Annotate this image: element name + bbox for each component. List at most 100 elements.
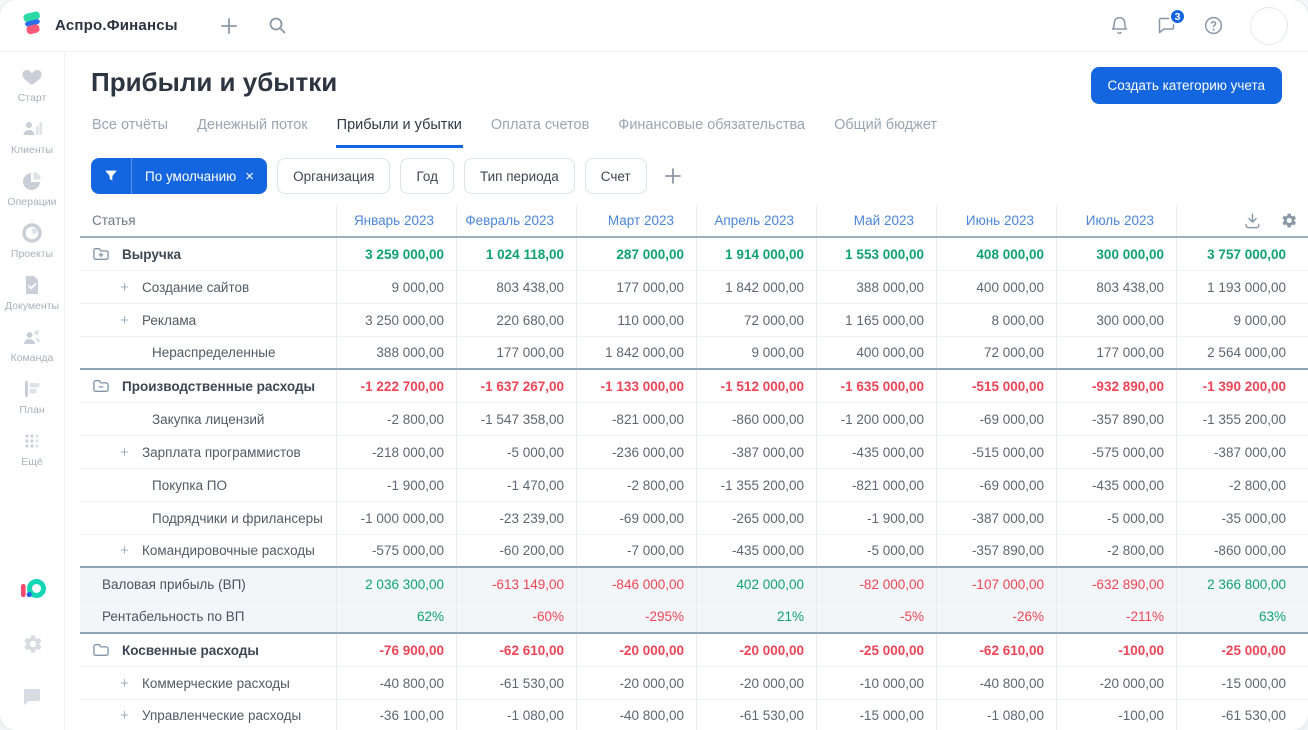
table-row[interactable]: + Реклама 3 250 000,00 220 680,00 110 000,0… xyxy=(80,304,1308,337)
add-filter-button[interactable] xyxy=(664,167,682,185)
expand-plus-icon[interactable]: + xyxy=(118,279,131,296)
cell-value: -40 800,00 xyxy=(576,700,696,730)
cell-value: -1 512 000,00 xyxy=(696,370,816,402)
row-label: Реклама xyxy=(142,312,197,328)
cell-value: 300 000,00 xyxy=(1056,238,1176,270)
expand-plus-icon[interactable]: + xyxy=(118,444,131,461)
tab-item[interactable]: Денежный поток xyxy=(196,111,309,148)
table-row[interactable]: + Управленческие расходы -36 100,00 -1 080… xyxy=(80,700,1308,730)
cell-value: -76 900,00 xyxy=(336,634,456,666)
product-logo-icon[interactable] xyxy=(17,573,47,608)
cell-value: -15 000,00 xyxy=(816,700,936,730)
cell-value: 402 000,00 xyxy=(696,568,816,600)
cell-value: -295% xyxy=(576,601,696,632)
cell-value: -2 800,00 xyxy=(576,469,696,501)
table-row[interactable]: + Командировочные расходы -575 000,00 -60 … xyxy=(80,535,1308,568)
cell-value: -69 000,00 xyxy=(936,403,1056,435)
support-chat-icon[interactable] xyxy=(20,685,44,714)
sidebar-item-label: Проекты xyxy=(10,248,54,260)
tab-item[interactable]: Все отчёты xyxy=(91,111,169,148)
table-row[interactable]: Покупка ПО -1 900,00 -1 470,00 -2 800,00 -1 … xyxy=(80,469,1308,502)
row-label: Зарплата программистов xyxy=(142,444,301,460)
cell-value: -69 000,00 xyxy=(576,502,696,534)
global-add-icon[interactable] xyxy=(220,17,238,35)
cell-value: -20 000,00 xyxy=(576,634,696,666)
cell-value: 177 000,00 xyxy=(576,271,696,303)
cell-value: -61 530,00 xyxy=(696,700,816,730)
table-row[interactable]: + Зарплата программистов -218 000,00 -5 00… xyxy=(80,436,1308,469)
cell-value: -62 610,00 xyxy=(936,634,1056,666)
search-icon[interactable] xyxy=(268,16,287,35)
expand-plus-icon[interactable]: + xyxy=(118,707,131,724)
expand-plus-icon[interactable]: + xyxy=(118,675,131,692)
cell-value: -236 000,00 xyxy=(576,436,696,468)
app-logo-icon xyxy=(20,10,46,41)
more-icon xyxy=(20,429,44,453)
sidebar-item-1[interactable]: Старт xyxy=(5,65,59,104)
table-row[interactable]: Нераспределенные 388 000,00 177 000,00 1 84… xyxy=(80,337,1308,370)
filter-chip[interactable]: Счет xyxy=(584,158,647,194)
table-row[interactable]: Производственные расходы -1 222 700,00 -1 … xyxy=(80,370,1308,403)
cell-value: -100,00 xyxy=(1056,634,1176,666)
cell-value: -107 000,00 xyxy=(936,568,1056,600)
folder-icon[interactable] xyxy=(92,642,110,658)
sidebar-item-5[interactable]: Документы xyxy=(5,273,59,312)
pnl-table: Статья Январь 2023 Февраль 2023 Март 2023 А… xyxy=(80,205,1308,730)
tab-item[interactable]: Общий бюджет xyxy=(833,111,938,148)
sidebar-item-3[interactable]: Операции xyxy=(5,169,59,208)
cell-value: 63% xyxy=(1176,601,1308,632)
settings-gear-icon[interactable] xyxy=(20,632,44,661)
operations-icon xyxy=(20,169,44,193)
tab-active[interactable]: Прибыли и убытки xyxy=(335,111,463,148)
expand-plus-icon[interactable]: + xyxy=(118,312,131,329)
table-row[interactable]: + Коммерческие расходы -40 800,00 -61 530,… xyxy=(80,667,1308,700)
cell-value: 1 024 118,00 xyxy=(456,238,576,270)
cell-value: -211% xyxy=(1056,601,1176,632)
tab-item[interactable]: Оплата счетов xyxy=(490,111,590,148)
sidebar-item-6[interactable]: Команда xyxy=(5,325,59,364)
cell-value: 177 000,00 xyxy=(456,337,576,368)
help-icon[interactable] xyxy=(1203,15,1224,36)
cell-value: -20 000,00 xyxy=(1056,667,1176,699)
tab-item[interactable]: Финансовые обязательства xyxy=(617,111,806,148)
cell-value: -2 800,00 xyxy=(336,403,456,435)
column-header-month: Апрель 2023 xyxy=(696,205,816,236)
cell-value: -1 355 200,00 xyxy=(696,469,816,501)
filter-chip[interactable]: Тип периода xyxy=(463,158,575,194)
cell-value: -1 900,00 xyxy=(336,469,456,501)
filter-chip[interactable]: Организация xyxy=(277,158,391,194)
table-row[interactable]: Подрядчики и фрилансеры -1 000 000,00 -23 … xyxy=(80,502,1308,535)
messages-icon[interactable]: 3 xyxy=(1156,8,1186,36)
sidebar-item-7[interactable]: План xyxy=(5,377,59,416)
notifications-bell-icon[interactable] xyxy=(1109,15,1130,36)
brand[interactable]: Аспро.Финансы xyxy=(20,10,178,41)
expand-plus-icon[interactable]: + xyxy=(118,542,131,559)
sidebar-item-2[interactable]: Клиенты xyxy=(5,117,59,156)
remove-filter-icon[interactable]: × xyxy=(245,169,254,184)
download-icon[interactable] xyxy=(1243,211,1262,230)
row-label: Командировочные расходы xyxy=(142,543,315,558)
sidebar-item-4[interactable]: Проекты xyxy=(5,221,59,260)
row-label: Управленческие расходы xyxy=(142,708,302,723)
filter-chip[interactable]: Год xyxy=(400,158,454,194)
column-header-month: Март 2023 xyxy=(576,205,696,236)
sidebar-item-label: Документы xyxy=(4,300,60,312)
sidebar-item-8[interactable]: Ещё xyxy=(5,429,59,468)
table-row[interactable]: Косвенные расходы -76 900,00 -62 610,00 -20… xyxy=(80,634,1308,667)
create-category-button[interactable]: Создать категорию учета xyxy=(1090,67,1282,104)
cell-value: 3 250 000,00 xyxy=(336,304,456,336)
table-row[interactable]: + Создание сайтов 9 000,00 803 438,00 177 0… xyxy=(80,271,1308,304)
sidebar-item-label: План xyxy=(19,404,45,416)
cell-value: -435 000,00 xyxy=(1056,469,1176,501)
column-header-month: Май 2023 xyxy=(816,205,936,236)
table-row[interactable]: Закупка лицензий -2 800,00 -1 547 358,00 -8… xyxy=(80,403,1308,436)
table-row[interactable]: Выручка 3 259 000,00 1 024 118,00 287 000,0… xyxy=(80,238,1308,271)
app-window: Аспро.Финансы 3 Старт Клиенты Операции П… xyxy=(0,0,1308,730)
cell-value: 2 564 000,00 xyxy=(1176,337,1308,368)
applied-filter-chip[interactable]: По умолчанию × xyxy=(91,158,268,194)
team-icon xyxy=(20,325,44,349)
table-settings-gear-icon[interactable] xyxy=(1279,211,1298,230)
folder-minus-icon[interactable] xyxy=(92,378,110,394)
user-avatar[interactable] xyxy=(1250,6,1288,45)
folder-plus-icon[interactable] xyxy=(92,246,110,262)
